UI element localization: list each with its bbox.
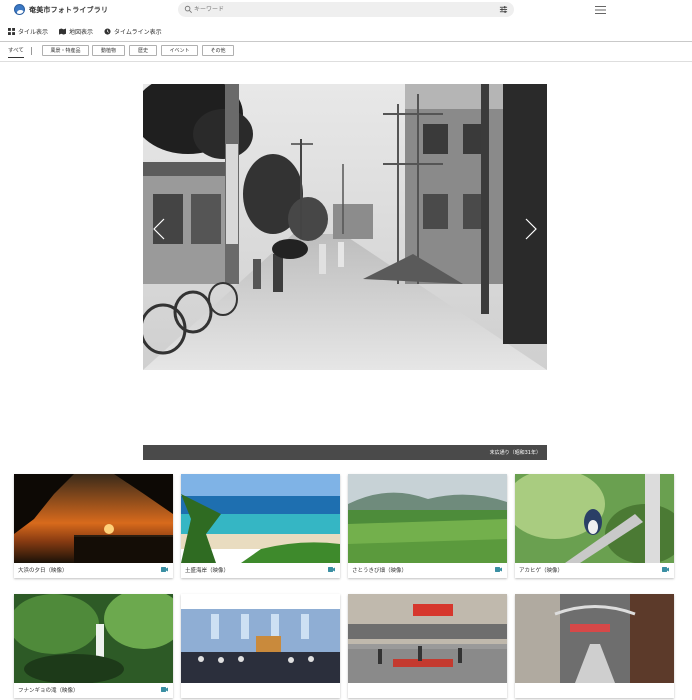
card-title: 土盛海岸（映像） — [185, 568, 230, 574]
header: 奄美市フォトライブラリ — [0, 0, 692, 20]
card-title: さとうきび畑（映像） — [352, 568, 408, 574]
tab-map-view[interactable]: 地図表示 — [59, 27, 93, 36]
card-title: フナンギョの滝（映像） — [18, 688, 79, 694]
hero-caption: 末広通り（昭和31年） — [489, 450, 541, 456]
photo-card[interactable]: 土盛海岸（映像） — [181, 474, 340, 578]
grid-icon — [8, 28, 15, 35]
tab-tile-view[interactable]: タイル表示 — [8, 27, 48, 36]
video-icon — [495, 567, 502, 572]
category-all[interactable]: すべて — [8, 46, 24, 58]
site-logo[interactable]: 奄美市フォトライブラリ — [14, 4, 108, 15]
category-history-button[interactable]: 歴史 — [129, 45, 157, 56]
filter-icon[interactable] — [499, 5, 508, 14]
hero-carousel-image[interactable] — [143, 84, 547, 370]
category-wildlife-button[interactable]: 動植物 — [92, 45, 125, 56]
search-input[interactable] — [194, 4, 474, 15]
carousel-prev-arrow-icon[interactable] — [153, 218, 165, 240]
photo-card[interactable]: 大浜の夕日（映像） — [14, 474, 173, 578]
photo-card[interactable] — [515, 594, 674, 698]
category-other-button[interactable]: その他 — [202, 45, 234, 56]
map-icon — [59, 28, 67, 35]
category-scenery-button[interactable]: 風景・特産品 — [42, 45, 89, 56]
category-event-button[interactable]: イベント — [161, 45, 198, 56]
historical-street-photo — [143, 84, 547, 370]
category-separator — [31, 47, 32, 55]
card-thumbnail — [14, 594, 173, 683]
photo-card[interactable]: フナンギョの滝（映像） — [14, 594, 173, 698]
card-thumbnail — [181, 474, 340, 563]
photo-card[interactable]: アカヒゲ（映像） — [515, 474, 674, 578]
card-thumbnail — [515, 474, 674, 563]
hero-caption-bar: 末広通り（昭和31年） — [143, 445, 547, 460]
video-icon — [328, 567, 335, 572]
site-title: 奄美市フォトライブラリ — [29, 5, 109, 14]
card-thumbnail — [348, 594, 507, 683]
card-title: アカヒゲ（映像） — [519, 568, 564, 574]
hamburger-menu-icon[interactable] — [595, 6, 606, 14]
divider — [0, 41, 692, 42]
card-thumbnail — [14, 474, 173, 563]
tab-label: タイル表示 — [18, 29, 49, 36]
photo-card[interactable]: さとうきび畑（映像） — [348, 474, 507, 578]
tab-label: 地図表示 — [69, 29, 94, 36]
video-icon — [662, 567, 669, 572]
view-mode-tabs: タイル表示 地図表示 タイムライン表示 — [8, 27, 173, 36]
card-thumbnail — [348, 474, 507, 563]
card-title: 大浜の夕日（映像） — [18, 568, 68, 574]
logo-icon — [14, 4, 25, 15]
video-icon — [161, 687, 168, 692]
clock-icon — [104, 28, 111, 35]
photo-card[interactable] — [348, 594, 507, 698]
card-thumbnail — [515, 594, 674, 683]
video-icon — [161, 567, 168, 572]
card-thumbnail — [181, 594, 340, 683]
search-icon — [184, 5, 192, 13]
tab-label: タイムライン表示 — [114, 29, 162, 36]
search-bar — [178, 2, 514, 17]
tab-timeline-view[interactable]: タイムライン表示 — [104, 27, 162, 36]
photo-card[interactable] — [181, 594, 340, 698]
carousel-next-arrow-icon[interactable] — [525, 218, 537, 240]
divider — [0, 61, 692, 62]
